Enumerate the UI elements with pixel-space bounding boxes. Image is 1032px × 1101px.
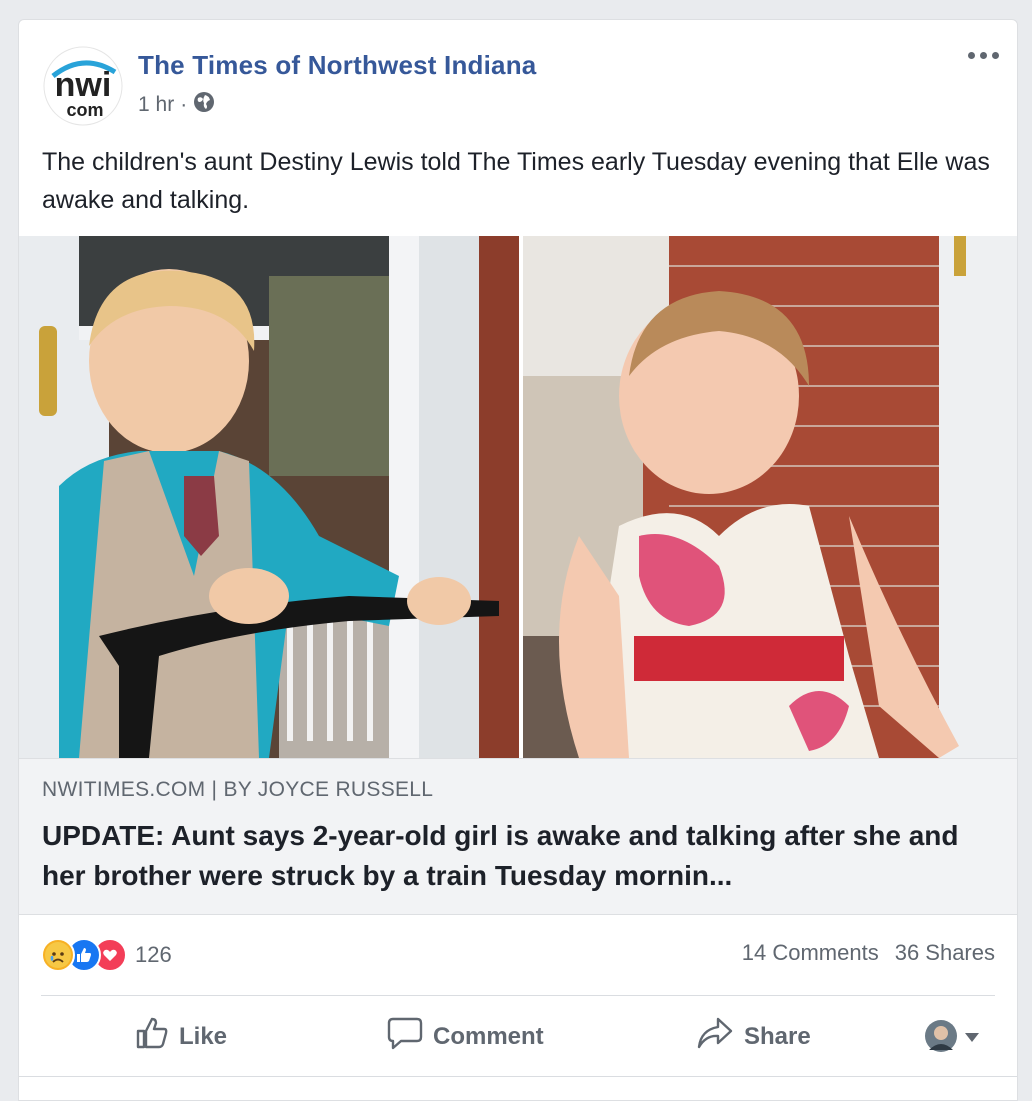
share-label: Share	[744, 1022, 811, 1050]
comment-bubble-icon	[387, 1016, 423, 1057]
action-bar: Like Comment Share	[19, 1016, 1017, 1060]
meta-separator: ·	[180, 93, 188, 116]
post-meta: 1 hr ·	[138, 91, 215, 119]
link-source: NWITIMES.COM | BY JOYCE RUSSELL	[42, 778, 434, 801]
avatar	[925, 1020, 957, 1057]
card-bottom-border	[19, 1076, 1017, 1077]
post-text: The children's aunt Destiny Lewis told T…	[42, 148, 990, 214]
chevron-down-icon	[965, 1030, 979, 1048]
page-name-link[interactable]: The Times of Northwest Indiana	[138, 50, 536, 81]
svg-text:nwi: nwi	[55, 66, 112, 104]
comment-button[interactable]: Comment	[387, 1016, 544, 1057]
engagement-counts: 14 Comments 36 Shares	[742, 940, 995, 966]
post-as-selector[interactable]	[925, 1020, 979, 1057]
reaction-count[interactable]: 126	[135, 942, 172, 968]
share-button[interactable]: Share	[696, 1016, 811, 1057]
link-headline[interactable]: UPDATE: Aunt says 2-year-old girl is awa…	[42, 816, 992, 896]
sad-reaction-icon	[41, 938, 75, 972]
like-button[interactable]: Like	[135, 1016, 227, 1057]
page-logo[interactable]: nwi com	[43, 46, 123, 126]
comment-label: Comment	[433, 1022, 544, 1050]
share-arrow-icon	[696, 1016, 734, 1057]
shares-count-link[interactable]: 36 Shares	[895, 940, 995, 966]
svg-text:com: com	[66, 100, 103, 120]
link-preview[interactable]: NWITIMES.COM | BY JOYCE RUSSELL UPDATE: …	[19, 758, 1017, 915]
divider	[41, 995, 995, 996]
post-timestamp[interactable]: 1 hr	[138, 93, 174, 117]
thumbs-up-icon	[135, 1016, 169, 1057]
post-card: nwi com The Times of Northwest Indiana 1…	[18, 19, 1018, 1101]
globe-icon[interactable]	[193, 91, 215, 119]
like-label: Like	[179, 1022, 228, 1050]
reactions-summary[interactable]: 126	[41, 938, 172, 972]
post-photo[interactable]	[19, 236, 1017, 758]
comments-count-link[interactable]: 14 Comments	[742, 940, 879, 966]
more-options-icon[interactable]	[968, 52, 999, 59]
